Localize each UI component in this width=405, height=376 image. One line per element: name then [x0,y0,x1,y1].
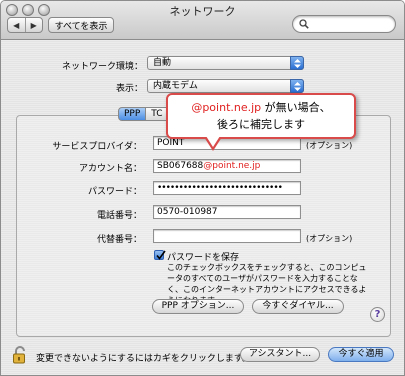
search-icon [299,19,309,29]
checkmark-icon [156,250,166,260]
help-button[interactable]: ? [370,307,385,322]
callout-pointer-fill [206,136,220,147]
callout-domain-text: @point.ne.jp [191,101,262,114]
account-field[interactable]: SB067688@point.ne.jp [153,159,301,173]
account-domain-suffix: @point.ne.jp [203,161,261,171]
popup-arrows-icon [290,79,304,93]
account-label: アカウント名： [78,164,142,174]
provider-label: サービスプロバイダ： [52,142,142,152]
phone-field[interactable]: 0570-010987 [153,205,301,219]
show-value: 内蔵モデム [153,81,198,91]
callout-line-1-rest: が無い場合、 [261,101,331,114]
show-all-button[interactable]: すべてを表示 [48,17,114,33]
save-password-checkbox[interactable] [154,250,166,260]
show-label: 表示： [115,84,143,94]
callout-line-2: 後ろに補完します [217,118,305,131]
password-field[interactable]: ••••••••••••••••••••••••••••• [153,181,301,195]
settings-tabs: PPP TC [118,107,169,121]
lock-icon[interactable] [12,346,30,364]
preferences-window: ネットワーク ◀ ▶ すべてを表示 ネットワーク環境： 自動 表示： 内蔵モデム… [0,0,405,376]
location-popup[interactable]: 自動 [147,56,304,70]
assistant-button[interactable]: アシスタント... [240,347,320,362]
location-label: ネットワーク環境： [61,62,143,72]
callout-line-1: @point.ne.jp が無い場合、 [168,99,354,116]
search-input[interactable] [292,15,396,33]
back-forward-control: ◀ ▶ [7,17,43,33]
account-value: SB067688 [157,161,204,171]
provider-optional-hint: (オプション) [306,141,353,150]
back-button[interactable]: ◀ [8,18,25,32]
alternate-optional-hint: (オプション) [306,234,353,243]
location-value: 自動 [153,58,172,68]
forward-button[interactable]: ▶ [24,18,43,32]
phone-label: 電話番号： [96,211,142,221]
alternate-number-field[interactable] [153,229,301,243]
show-popup[interactable]: 内蔵モデム [147,79,304,93]
dial-now-button[interactable]: 今すぐダイヤル... [252,299,344,314]
tab-ppp[interactable]: PPP [118,107,147,121]
title-bar: ネットワーク ◀ ▶ すべてを表示 [1,1,404,40]
ppp-options-button[interactable]: PPP オプション... [152,299,244,314]
apply-now-button[interactable]: 今すぐ適用 [328,347,394,362]
popup-arrows-icon [290,56,304,70]
lock-hint-text: 変更できないようにするにはカギをクリックします。 [36,354,252,364]
alternate-number-label: 代替番号： [96,235,142,245]
annotation-callout: @point.ne.jp が無い場合、 後ろに補完します [166,93,356,139]
password-label: パスワード： [87,187,142,197]
